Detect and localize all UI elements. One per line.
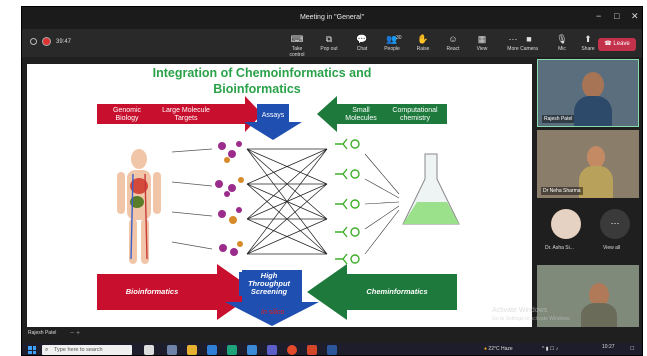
mic-button[interactable]: 🎙 Mic <box>549 34 575 52</box>
flask-icon <box>402 153 460 225</box>
more-participants-button[interactable]: ⋯ <box>600 209 630 239</box>
toolbar-button-label: Chat <box>356 46 368 52</box>
powerpoint-icon[interactable] <box>307 345 317 355</box>
participant-shirt <box>581 303 617 327</box>
teams-window: Meeting in "General" − □ ✕ 39:47 ⌨ Take c… <box>21 6 643 356</box>
meeting-status: 39:47 <box>30 38 71 45</box>
participant-shirt <box>574 96 612 126</box>
people-count: 30 <box>396 35 402 41</box>
camera-button[interactable]: ■ Camera <box>516 34 542 52</box>
raise-button[interactable]: ✋ Raise <box>410 34 436 52</box>
file-explorer-icon[interactable] <box>187 345 197 355</box>
assays-label: Assays <box>261 112 285 119</box>
view-icon: ▦ <box>477 34 487 44</box>
pop-out-button[interactable]: ⧉ Pop out <box>316 34 342 52</box>
store-icon[interactable] <box>247 345 257 355</box>
participant-name: Rajesh Patel <box>542 115 575 123</box>
participant-name: Dr Neha Sharma <box>541 187 583 195</box>
genomic-biology-label: Genomic Biology <box>112 107 141 122</box>
human-body-image <box>117 149 161 264</box>
participant-name: Dr. Asha Si... <box>545 245 574 251</box>
participant-video-2[interactable]: Dr Neha Sharma <box>537 130 639 198</box>
molecule-to-flask-arrows <box>364 153 400 255</box>
clock-time[interactable]: 10:27 <box>602 344 615 350</box>
toolbar-button-label: People <box>384 46 400 52</box>
weather-text: 22°C Haze <box>488 346 513 352</box>
toolbar-button-label: Share <box>581 46 595 52</box>
task-view-icon[interactable] <box>167 345 177 355</box>
chat-icon: 💬 <box>356 34 368 44</box>
protein-structures <box>215 141 244 256</box>
pop-out-icon: ⧉ <box>325 34 333 44</box>
window-title: Meeting in "General" <box>299 14 365 21</box>
chrome-icon[interactable] <box>287 345 297 355</box>
view-all-label[interactable]: View all <box>603 245 620 251</box>
participant-face <box>582 72 604 98</box>
small-molecule-icons <box>335 138 360 265</box>
toolbar-button-label: View <box>476 46 488 52</box>
meeting-toolbar: 39:47 ⌨ Take control ⧉ Pop out 💬 Chat 👥 30 Peopl… <box>22 29 642 58</box>
search-icon: ⌕ <box>45 347 49 353</box>
search-placeholder: Type here to search <box>54 347 103 353</box>
chat-button[interactable]: 💬 Chat <box>349 34 375 52</box>
weather-widget[interactable]: ● 22°C Haze <box>484 346 513 352</box>
toolbar-button-label: Mic <box>558 46 566 52</box>
meeting-timer: 39:47 <box>56 38 72 45</box>
react-icon: ☺ <box>448 34 458 44</box>
screening-network <box>246 148 328 255</box>
take-control-button[interactable]: ⌨ Take control <box>284 34 310 58</box>
view-button[interactable]: ▦ View <box>469 34 495 52</box>
camera-icon: ■ <box>526 34 532 44</box>
take-control-icon: ⌨ <box>290 34 304 44</box>
windows-start-icon[interactable] <box>28 346 36 354</box>
sun-icon: ● <box>484 346 488 352</box>
notification-icon[interactable]: ☐ <box>630 346 634 352</box>
mic-off-icon: 🎙 <box>556 34 568 44</box>
shield-icon <box>30 38 37 45</box>
participant-avatar[interactable] <box>551 209 581 239</box>
activate-windows-subtitle: Go to Settings to activate Windows. <box>492 316 571 322</box>
raise-hand-icon: ✋ <box>417 34 429 44</box>
recording-icon <box>43 38 50 45</box>
toolbar-button-label: Take control <box>289 46 305 58</box>
protein-arrows <box>171 148 213 250</box>
large-molecule-label: Large Molecule Targets <box>162 107 210 122</box>
title-bar: Meeting in "General" − □ ✕ <box>22 7 642 29</box>
bioinformatics-label: Bioinformatics <box>125 287 179 296</box>
phone-hangup-icon: ☎ <box>604 41 612 47</box>
participant-shirt <box>579 166 613 198</box>
activate-windows-title: Activate Windows <box>492 307 548 314</box>
people-button[interactable]: 👥 30 People <box>379 34 405 52</box>
mail-icon[interactable] <box>207 345 217 355</box>
toolbar-button-label: Camera <box>520 46 538 52</box>
zoom-controls[interactable]: − + <box>70 330 80 337</box>
taskbar-search-input[interactable]: ⌕ Type here to search <box>42 345 132 355</box>
participant-video-1[interactable]: Rajesh Patel <box>537 59 639 127</box>
toolbar-button-label: React <box>446 46 460 52</box>
presenter-bar: Rajesh Patel − + <box>22 329 642 341</box>
shared-slide: Integration of Chemoinformatics and Bioi… <box>27 64 532 327</box>
windows-taskbar: ⌕ Type here to search ● 22°C Haze ^ ▮ ☐ … <box>22 343 642 355</box>
small-molecules-label: Small Molecules <box>345 107 377 122</box>
system-tray-icons[interactable]: ^ ▮ ☐ ♪ <box>542 346 558 352</box>
presenter-name-tag: Rajesh Patel <box>28 330 57 336</box>
toolbar-button-label: Raise <box>416 46 430 52</box>
leave-button[interactable]: ☎ Leave <box>598 38 636 51</box>
maximize-button[interactable]: □ <box>614 11 619 21</box>
close-button[interactable]: ✕ <box>631 11 639 22</box>
participant-tile-row: ⋯ Dr. Asha Si... View all <box>537 201 639 261</box>
word-icon[interactable] <box>327 345 337 355</box>
leave-label: Leave <box>613 41 630 47</box>
computational-chemistry-label: Computational chemistry <box>392 107 438 122</box>
edge-icon[interactable] <box>227 345 237 355</box>
teams-icon[interactable] <box>267 345 277 355</box>
minimize-button[interactable]: − <box>596 11 601 21</box>
hts-label: High Throughput Screening <box>239 272 299 296</box>
participant-face <box>587 146 605 168</box>
cortana-icon[interactable] <box>144 345 154 355</box>
cheminformatics-label: Cheminformatics <box>366 287 428 296</box>
toolbar-button-label: Pop out <box>320 46 338 52</box>
react-button[interactable]: ☺ React <box>440 34 466 52</box>
in-silico-label: In silico <box>261 309 285 316</box>
